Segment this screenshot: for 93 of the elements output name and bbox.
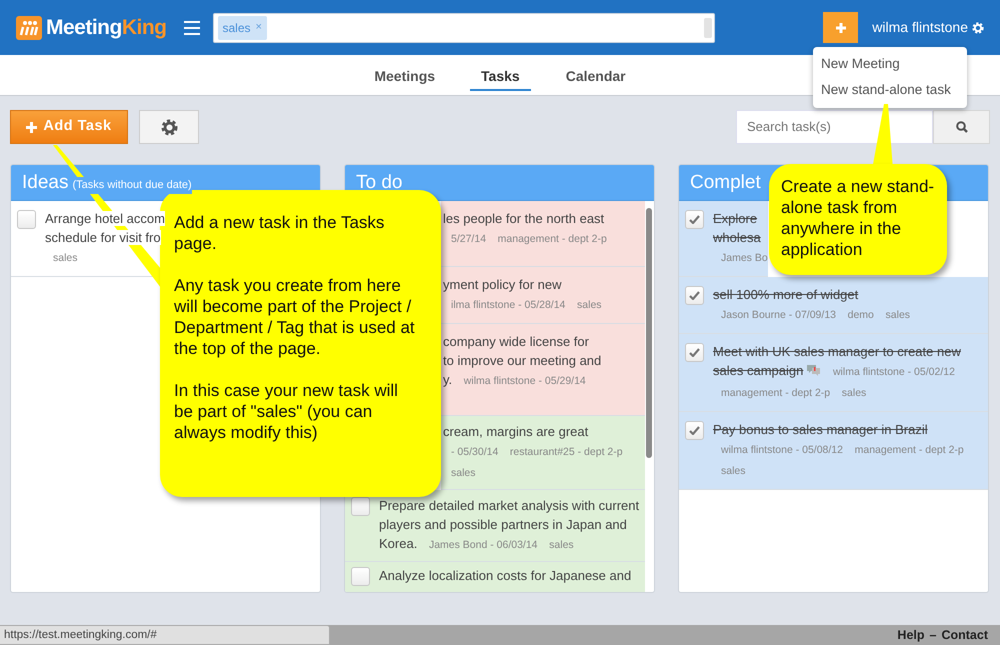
footer-link[interactable]: Contact [941, 626, 988, 644]
task-meta: ilma flintstone - 05/28/14 [451, 299, 566, 311]
task-meta: sales [451, 467, 476, 479]
task-meta: management - dept 2-p [721, 387, 830, 399]
callout-text: Create a new stand-alone task from anywhere in the application [781, 176, 936, 260]
check-icon [689, 291, 700, 300]
task-meta: James Bo [721, 252, 768, 264]
task-row[interactable]: Explore wholesa James Bo [679, 201, 768, 277]
checkbox[interactable] [685, 343, 704, 362]
task-meta: management - dept 2-p [854, 444, 964, 456]
logo-text: MeetingKing [46, 14, 166, 41]
task-title: Korea. [379, 536, 418, 551]
nav-tab[interactable]: Calendar [554, 55, 637, 91]
callout-text: Any task you create from here will become part of the Project / Department / Tag that is used at the top of the page. [174, 275, 416, 359]
task-title: Meet with UK sales manager to create new [713, 344, 961, 359]
task-meta: management - dept 2-p [498, 233, 607, 245]
task-title: schedule for visit fro [45, 230, 161, 245]
gear-icon [160, 118, 178, 136]
task-meta: sales [842, 387, 866, 399]
check-icon [689, 348, 700, 357]
column-title: Complet [690, 171, 761, 195]
task-title: Explore [713, 211, 758, 226]
checkbox[interactable] [685, 421, 704, 440]
search-button[interactable] [933, 110, 990, 144]
task-title: sales campaign [713, 363, 804, 378]
task-meta: sales [549, 539, 574, 551]
checkbox[interactable] [351, 497, 370, 516]
task-row[interactable]: Analyze localization costs for Japanese and [345, 562, 645, 592]
column-title: To do [356, 171, 402, 195]
task-meta: sales [721, 465, 746, 477]
checkbox[interactable] [685, 286, 704, 305]
link-separator: – [930, 626, 936, 644]
task-title: yment policy for new [443, 277, 562, 292]
checkbox[interactable] [351, 567, 370, 586]
task-title: to improve our meeting and [443, 353, 602, 368]
menu-item[interactable]: New Meeting [813, 51, 967, 78]
task-title: cream, margins are great [443, 424, 588, 439]
search-field[interactable]: Search task(s) [736, 110, 933, 144]
task-row[interactable]: cream, margins are great - 05/30/14 restaurant#25 - dept 2-p sales [441, 416, 645, 490]
task-title: wholesa [713, 230, 761, 245]
scroll-handle [704, 18, 712, 38]
logo-icon [16, 16, 42, 40]
task-meta: demo [848, 309, 874, 321]
menu-icon[interactable] [182, 20, 200, 36]
column-title: Ideas [22, 171, 68, 195]
status-url: https://test.meetingking.com/# [0, 625, 330, 645]
checkbox[interactable] [685, 210, 704, 229]
task-row[interactable]: Meet with UK sales manager to create new sales campaign wilma flintstone - 05/02/12 management - dept 2-p sales [679, 334, 988, 412]
task-meta: restaurant#25 - dept 2-p [510, 446, 623, 458]
task-meta: wilma flintstone - 05/02/12 [832, 366, 955, 378]
task-title: Prepare detailed market analysis with current [379, 498, 640, 513]
checkbox[interactable] [17, 210, 36, 229]
task-title: y. [443, 372, 452, 387]
task-meta: wilma flintstone - 05/29/14 [464, 375, 586, 387]
task-row[interactable]: yment policy for new ilma flintstone - 05/28/14 sales [441, 267, 645, 324]
task-title: Pay bonus to sales manager in Brazil [713, 422, 928, 437]
task-meta: - 05/30/14 [451, 446, 498, 458]
task-meta: sales [53, 252, 78, 264]
plus-icon [26, 122, 38, 132]
task-meta: James Bond - 06/03/14 [428, 539, 538, 551]
check-icon [689, 215, 700, 224]
tag-label: sales [222, 20, 251, 36]
plus-icon [834, 22, 847, 34]
task-title: Analyze localization costs for Japanese and [379, 568, 632, 583]
gear-icon[interactable] [972, 22, 984, 34]
task-title: les people for the north east [443, 211, 604, 226]
search-icon [956, 121, 968, 133]
menu-item[interactable]: New stand-alone task [813, 77, 967, 104]
task-row[interactable]: Prepare detailed market analysis with current players and possible partners in Japan and Korea. James Bond - 06/03/14 sales [345, 490, 645, 562]
task-row[interactable]: sell 100% more of widget Jason Bourne - 07/09/13 demo sales [679, 277, 988, 334]
task-title: players and possible partners in Japan and [379, 517, 627, 532]
settings-button[interactable] [139, 110, 199, 144]
task-row[interactable]: les people for the north east 5/27/14 management - dept 2-p [441, 201, 645, 267]
task-title: company wide license for [443, 334, 589, 349]
task-row[interactable]: company wide license for to improve our meeting and y. wilma flintstone - 05/29/14 [441, 324, 645, 416]
nav-tab[interactable]: Meetings [363, 55, 446, 91]
callout-text: Add a new task in the Tasks page. [174, 212, 386, 254]
comment-icon[interactable] [806, 364, 822, 377]
callout-text: In this case your new task will be part of "sales" (you can always modify this) [174, 380, 399, 443]
task-title: sell 100% more of widget [713, 287, 858, 302]
check-icon [689, 426, 700, 435]
task-meta: sales [886, 309, 910, 321]
task-meta: Jason Bourne - 07/09/13 [721, 309, 836, 321]
task-meta: wilma flintstone - 05/08/12 [721, 444, 843, 456]
task-row[interactable]: Pay bonus to sales manager in Brazil wilma flintstone - 05/08/12 management - dept 2-p sales [679, 412, 988, 490]
nav-tab[interactable]: Tasks [470, 55, 531, 91]
task-meta: 5/27/14 [451, 233, 486, 245]
task-title: Arrange hotel accom [45, 211, 165, 226]
scrollbar[interactable] [646, 208, 652, 458]
task-meta: sales [577, 299, 602, 311]
user-name[interactable]: wilma flintstone [872, 17, 968, 38]
column-subtitle: (Tasks without due date) [72, 177, 192, 194]
footer-link[interactable]: Help [897, 626, 925, 644]
